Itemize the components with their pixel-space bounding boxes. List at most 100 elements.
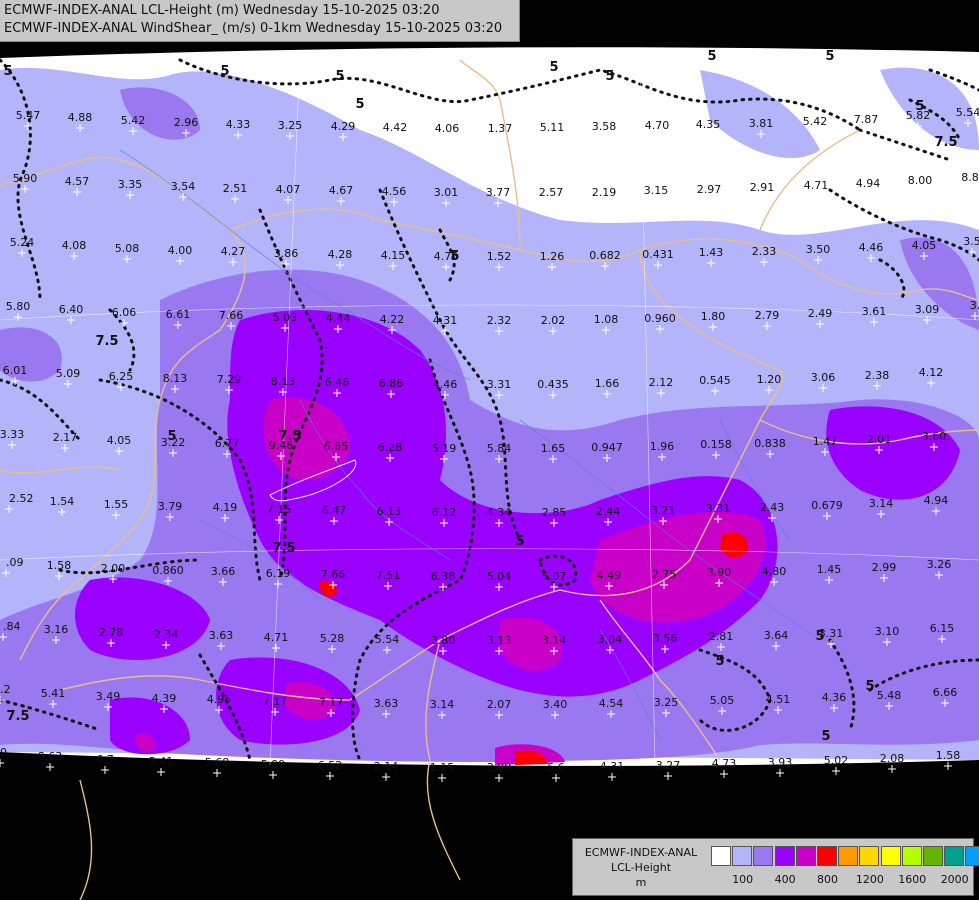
station-value: 4.80 xyxy=(762,565,787,578)
station-value: 5.54 xyxy=(956,106,979,119)
legend-swatch xyxy=(901,846,922,866)
weather-map: 5.47 4.88 5.42 2.96 4.33 3.25 4.29 4.42 4.06 1.37… xyxy=(0,0,979,900)
legend-tick-label: 100 xyxy=(732,873,754,886)
station-value: .09 xyxy=(6,556,24,569)
station-value: 5.02 xyxy=(824,754,849,767)
station-value: 2.99 xyxy=(872,561,897,574)
station-value: 4.95 xyxy=(207,693,232,706)
contour-label: 5 xyxy=(815,629,824,644)
station-value: 6.01 xyxy=(3,364,28,377)
contour-label: 7.5 xyxy=(934,135,957,150)
station-value: 5.08 xyxy=(115,242,140,255)
station-value: 2.49 xyxy=(808,307,833,320)
station-value: 4.51 xyxy=(766,693,791,706)
station-value: 3.13 xyxy=(487,634,512,647)
station-value: 4.94 xyxy=(924,494,949,507)
legend-swatch xyxy=(965,846,979,866)
station-value: 3.27 xyxy=(656,759,681,772)
station-value: 7.87 xyxy=(854,113,879,126)
station-value: 5.24 xyxy=(10,236,35,249)
station-value: 6.40 xyxy=(59,303,84,316)
station-value: 3.25 xyxy=(278,119,303,132)
contour-label: 7.5 xyxy=(272,541,295,556)
station-value: 4.19 xyxy=(213,501,238,514)
station-value: 6.61 xyxy=(166,308,191,321)
station-value: 1.54 xyxy=(50,495,75,508)
legend-tick-label: 1200 xyxy=(855,873,884,886)
station-value: 3.15 xyxy=(644,184,669,197)
station-value: 3.21 xyxy=(651,504,676,517)
station-value: 2.81 xyxy=(709,630,734,643)
station-value: 4.36 xyxy=(822,691,847,704)
legend-title-line-2: LCL-Height xyxy=(610,861,672,874)
station-value: 3.63 xyxy=(374,697,399,710)
station-value: 4.29 xyxy=(331,120,356,133)
station-value: 4.44 xyxy=(326,312,351,325)
station-value: 5.03 xyxy=(273,311,298,324)
station-value: 3.14 xyxy=(542,634,567,647)
station-value: 7.29 xyxy=(217,373,242,386)
legend-swatch xyxy=(732,846,753,866)
station-value: 7.15 xyxy=(267,503,292,516)
contour-label: 5 xyxy=(450,249,459,264)
station-value: 3.04 xyxy=(598,633,623,646)
station-value: 0.679 xyxy=(811,499,843,512)
station-value: .2 xyxy=(0,683,11,696)
station-value: 2.44 xyxy=(596,505,621,518)
station-value: 5.99 xyxy=(261,758,286,771)
contour-label: 5 xyxy=(821,729,830,744)
station-value: 3.16 xyxy=(44,623,69,636)
station-value: 3.60 xyxy=(922,430,947,443)
legend-swatch xyxy=(859,846,880,866)
station-value: 5.48 xyxy=(877,689,902,702)
station-value: 8.8 xyxy=(961,171,979,184)
station-value: 5.6 xyxy=(547,761,565,774)
station-value: 6.25 xyxy=(109,370,134,383)
station-value: 4.94 xyxy=(856,177,881,190)
station-value: 6.12 xyxy=(432,506,457,519)
station-value: 5.42 xyxy=(803,115,828,128)
contour-label: 5 xyxy=(335,69,344,84)
station-value: 7.66 xyxy=(321,568,346,581)
station-value: 1.47 xyxy=(813,435,838,448)
contour-label: 5 xyxy=(605,69,614,84)
station-value: 2.02 xyxy=(541,314,566,327)
station-value: 5.84 xyxy=(487,442,512,455)
station-value: 6.47 xyxy=(322,504,347,517)
station-value: 6.13 xyxy=(377,505,402,518)
station-value: 6.52 xyxy=(318,759,343,772)
station-value: 6.65 xyxy=(324,440,349,453)
title-line-1: ECMWF-INDEX-ANAL LCL-Height (m) Wednesda… xyxy=(4,3,440,18)
station-value: 3.14 xyxy=(430,698,455,711)
legend-swatch xyxy=(795,846,816,866)
station-value: 6.7 xyxy=(96,753,114,766)
station-value: 3.93 xyxy=(768,756,793,769)
station-value: 4.54 xyxy=(599,697,624,710)
station-value: 3.81 xyxy=(749,117,774,130)
station-value: 4.35 xyxy=(696,118,721,131)
station-value: 1.66 xyxy=(595,377,620,390)
station-value: 5.80 xyxy=(6,300,31,313)
station-value: 3.58 xyxy=(592,120,617,133)
station-value: 4.42 xyxy=(383,121,408,134)
contour-label: 5 xyxy=(167,429,176,444)
station-value: 3.61 xyxy=(862,305,887,318)
station-value: 3.90 xyxy=(707,566,732,579)
station-value: 4.71 xyxy=(264,631,289,644)
station-value: 1.37 xyxy=(488,122,513,135)
station-value: 5.42 xyxy=(121,114,146,127)
legend-tick-label: 1600 xyxy=(898,873,927,886)
station-value: 4.46 xyxy=(859,241,884,254)
station-value: 3.80 xyxy=(431,634,456,647)
station-value: 2.14 xyxy=(374,760,399,773)
contour-label: 5 xyxy=(515,534,524,549)
station-value: 0.435 xyxy=(537,378,569,391)
station-value: 4.07 xyxy=(276,183,301,196)
station-value: 7.51 xyxy=(376,569,401,582)
legend-title-line-1: ECMWF-INDEX-ANAL xyxy=(584,846,698,859)
station-value: 2.08 xyxy=(880,752,905,765)
station-value: 3.50 xyxy=(806,243,831,256)
contour-label: 5 xyxy=(825,49,834,64)
station-value: 3.09 xyxy=(915,303,940,316)
station-value: 0 xyxy=(0,746,7,759)
